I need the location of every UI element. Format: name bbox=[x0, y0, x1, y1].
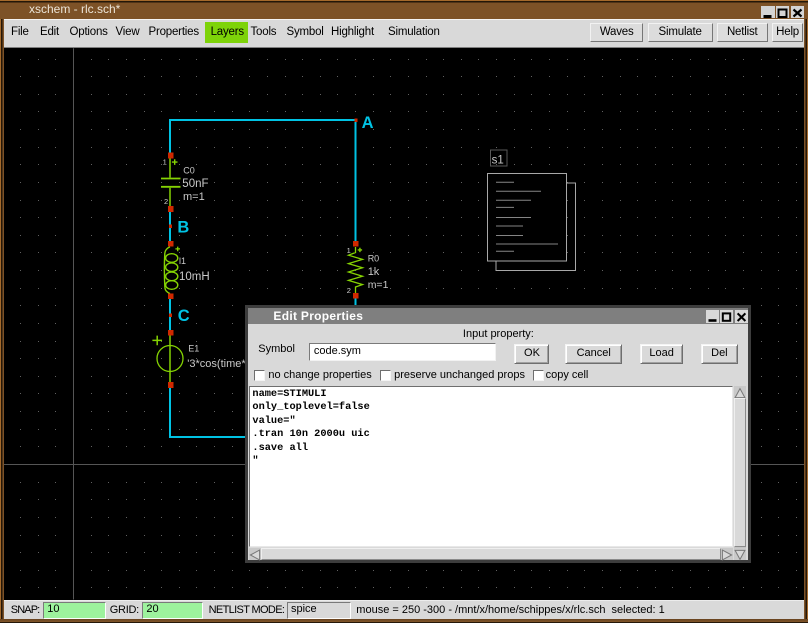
svg-text:1k: 1k bbox=[368, 266, 380, 278]
svg-text:2: 2 bbox=[347, 286, 351, 295]
svg-text:E1: E1 bbox=[188, 343, 199, 353]
svg-text:50nF: 50nF bbox=[182, 178, 208, 190]
svg-text:1: 1 bbox=[163, 157, 167, 166]
svg-text:A: A bbox=[362, 114, 374, 132]
svg-text:m=1: m=1 bbox=[183, 191, 205, 203]
svg-text:2: 2 bbox=[164, 197, 168, 206]
svg-text:C0: C0 bbox=[183, 165, 195, 175]
svg-text:B: B bbox=[177, 219, 189, 237]
svg-text:1: 1 bbox=[347, 246, 351, 255]
svg-text:R0: R0 bbox=[368, 254, 380, 264]
svg-text:10mH: 10mH bbox=[179, 271, 210, 283]
svg-text:'3*cos(time*ti: '3*cos(time*ti bbox=[187, 358, 251, 370]
svg-text:l1: l1 bbox=[179, 256, 186, 266]
svg-text:s1: s1 bbox=[492, 154, 504, 166]
svg-text:m=1: m=1 bbox=[368, 279, 389, 291]
svg-text:C: C bbox=[178, 307, 190, 325]
